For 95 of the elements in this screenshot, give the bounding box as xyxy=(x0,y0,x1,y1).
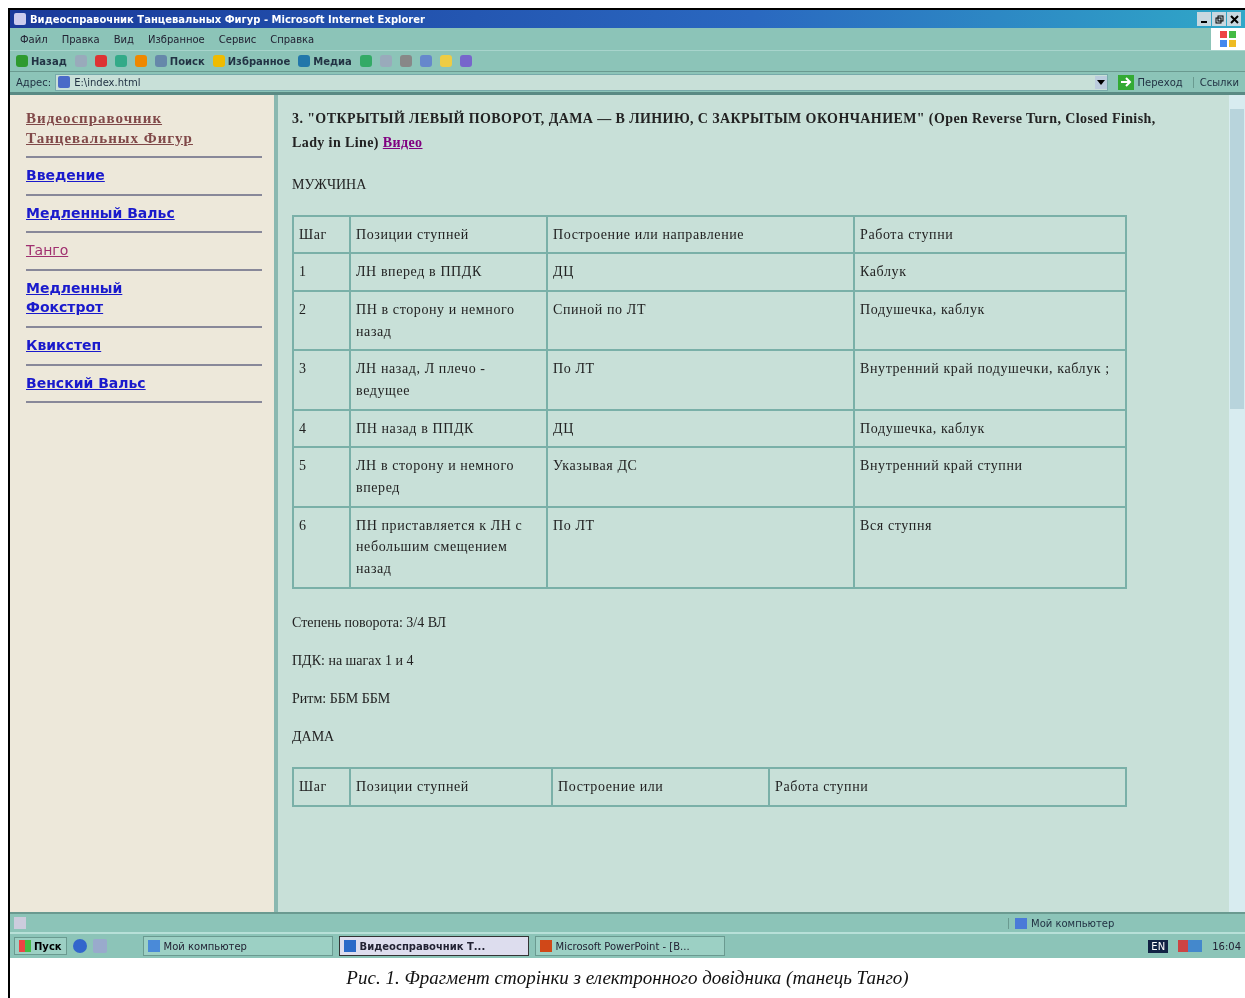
clock: 16:04 xyxy=(1212,940,1241,952)
sidebar-link[interactable]: Медленный Вальс xyxy=(26,203,175,224)
table-cell: 5 xyxy=(293,447,350,507)
menu-item[interactable]: Сервис xyxy=(218,33,257,45)
minimize-icon xyxy=(1201,21,1207,23)
taskbar-button[interactable]: Мой компьютер xyxy=(142,936,333,956)
table-cell: 1 xyxy=(293,253,350,291)
sidebar-title-link[interactable]: Видеосправочник Танцевальных Фигур xyxy=(26,109,211,148)
menu-item[interactable]: Правка xyxy=(61,33,100,45)
toolbar-button[interactable]: Поиск xyxy=(154,55,205,67)
table-cell: ПН в сторону и немного назад xyxy=(350,290,547,351)
table-cell: Вся ступня xyxy=(854,506,1126,588)
toolbar-button[interactable]: Медиа xyxy=(298,55,352,67)
table-cell: ЛН вперед в ППДК xyxy=(350,253,547,291)
figure-heading: 3. "ОТКРЫТЫЙ ЛЕВЫЙ ПОВОРОТ, ДАМА — В ЛИНИЮ, С ЗАКРЫТЫМ ОКОНЧАНИЕМ" (Open Reverse Turn, Closed Finish, Lady in Line) Видео xyxy=(292,109,1157,152)
column-header: Построение или направление xyxy=(547,215,854,254)
table-cell: Внутренний край подушечки, каблук ; xyxy=(854,350,1126,410)
dropdown-icon[interactable] xyxy=(1094,75,1107,89)
browser-icon xyxy=(14,13,26,25)
address-label: Адрес: xyxy=(16,76,52,88)
video-link[interactable]: Видео xyxy=(382,134,423,150)
table-cell: ЛН в сторону и немного вперед xyxy=(350,447,547,507)
windows-logo-icon xyxy=(1211,28,1245,50)
column-header: Шаг xyxy=(293,215,350,254)
table-cell: 4 xyxy=(293,409,350,448)
close-button[interactable] xyxy=(1227,12,1241,26)
toolbar-icon[interactable] xyxy=(459,55,472,67)
zone-status: Мой компьютер xyxy=(1008,917,1245,929)
table-cell: По ЛТ xyxy=(547,350,854,410)
table-cell: Каблук xyxy=(854,253,1126,291)
column-header: Построение или xyxy=(552,767,769,806)
table-cell: ПН приставляется к ЛН с небольшим смещением назад xyxy=(350,506,547,588)
close-icon xyxy=(1229,14,1239,24)
table-cell: ДЦ xyxy=(547,253,854,291)
toolbar-icon[interactable] xyxy=(359,55,372,67)
restore-icon xyxy=(1214,14,1224,24)
tray-icon[interactable] xyxy=(1178,940,1203,952)
menu-item[interactable]: Избранное xyxy=(148,33,205,45)
toolbar-icon[interactable] xyxy=(94,55,107,67)
start-button[interactable]: Пуск xyxy=(14,937,67,955)
table-cell: Подушечка, каблук xyxy=(854,290,1126,351)
taskbar-button[interactable]: Видеосправочник Т... xyxy=(338,936,529,956)
toolbar-icon[interactable] xyxy=(439,55,452,67)
toolbar-icon[interactable] xyxy=(419,55,432,67)
restore-button[interactable] xyxy=(1212,12,1226,26)
page-icon xyxy=(14,917,26,929)
column-header: Позиции ступней xyxy=(350,767,552,806)
table-cell: ПН назад в ППДК xyxy=(350,409,547,448)
menu-item[interactable]: Файл xyxy=(20,33,48,45)
sidebar-link[interactable]: Введение xyxy=(26,166,105,186)
section-title: ДАМА xyxy=(292,728,336,745)
arrow-right-icon xyxy=(1117,74,1134,90)
scrollbar[interactable] xyxy=(1229,95,1245,912)
table-cell: Спиной по ЛТ xyxy=(547,290,854,351)
table-cell: ЛН назад, Л плечо - ведущее xyxy=(350,350,547,410)
window-title: Видеосправочник Танцевальных Фигур - Microsoft Internet Explorer xyxy=(30,13,426,25)
sidebar-link[interactable]: Венский Вальс xyxy=(26,373,146,394)
sidebar-link[interactable]: Медленный Фокстрот xyxy=(26,278,186,318)
menu-item[interactable]: Вид xyxy=(113,33,134,45)
figure-caption: Рис. 1. Фрагмент сторінки з електронного довідника (танець Танго) xyxy=(345,966,910,990)
toolbar-icon[interactable] xyxy=(399,55,412,67)
links-button[interactable]: Ссылки xyxy=(1192,76,1245,88)
column-header: Работа ступни xyxy=(769,767,1126,806)
toolbar-button[interactable]: Назад xyxy=(16,55,67,67)
note-text: Ритм: ББМ ББМ xyxy=(292,690,392,707)
table-cell: Внутренний край ступни xyxy=(854,447,1126,507)
address-field[interactable]: E:\index.html xyxy=(55,73,1108,91)
sidebar-link[interactable]: Танго xyxy=(26,241,69,261)
column-header: Позиции ступней xyxy=(350,215,547,254)
note-text: ПДК: на шагах 1 и 4 xyxy=(292,652,415,669)
column-header: Работа ступни xyxy=(854,215,1126,254)
note-text: Степень поворота: 3/4 ВЛ xyxy=(292,614,447,631)
section-title: МУЖЧИНА xyxy=(292,176,368,193)
table-cell: Указывая ДС xyxy=(547,447,854,507)
menu-item[interactable]: Справка xyxy=(270,33,315,45)
toolbar-icon[interactable] xyxy=(134,55,147,67)
column-header: Шаг xyxy=(293,767,350,806)
toolbar-icon[interactable] xyxy=(74,55,87,67)
minimize-button[interactable] xyxy=(1197,12,1211,26)
table-cell: 6 xyxy=(293,506,350,588)
sidebar-link[interactable]: Квикстеп xyxy=(26,335,102,356)
toolbar-icon[interactable] xyxy=(379,55,392,67)
table-cell: ДЦ xyxy=(547,409,854,448)
page-icon xyxy=(58,76,71,88)
toolbar-button[interactable]: Избранное xyxy=(212,55,291,67)
quick-launch-icon[interactable] xyxy=(72,939,87,953)
table-cell: 3 xyxy=(293,350,350,410)
table-cell: Подушечка, каблук xyxy=(854,409,1126,448)
toolbar-icon[interactable] xyxy=(114,55,127,67)
language-indicator[interactable]: EN xyxy=(1148,939,1169,953)
table-cell: По ЛТ xyxy=(547,506,854,588)
go-button[interactable]: Переход xyxy=(1111,74,1189,90)
table-cell: 2 xyxy=(293,290,350,351)
quick-launch-icon[interactable] xyxy=(92,939,107,953)
taskbar-button[interactable]: Microsoft PowerPoint - [В... xyxy=(534,936,725,956)
